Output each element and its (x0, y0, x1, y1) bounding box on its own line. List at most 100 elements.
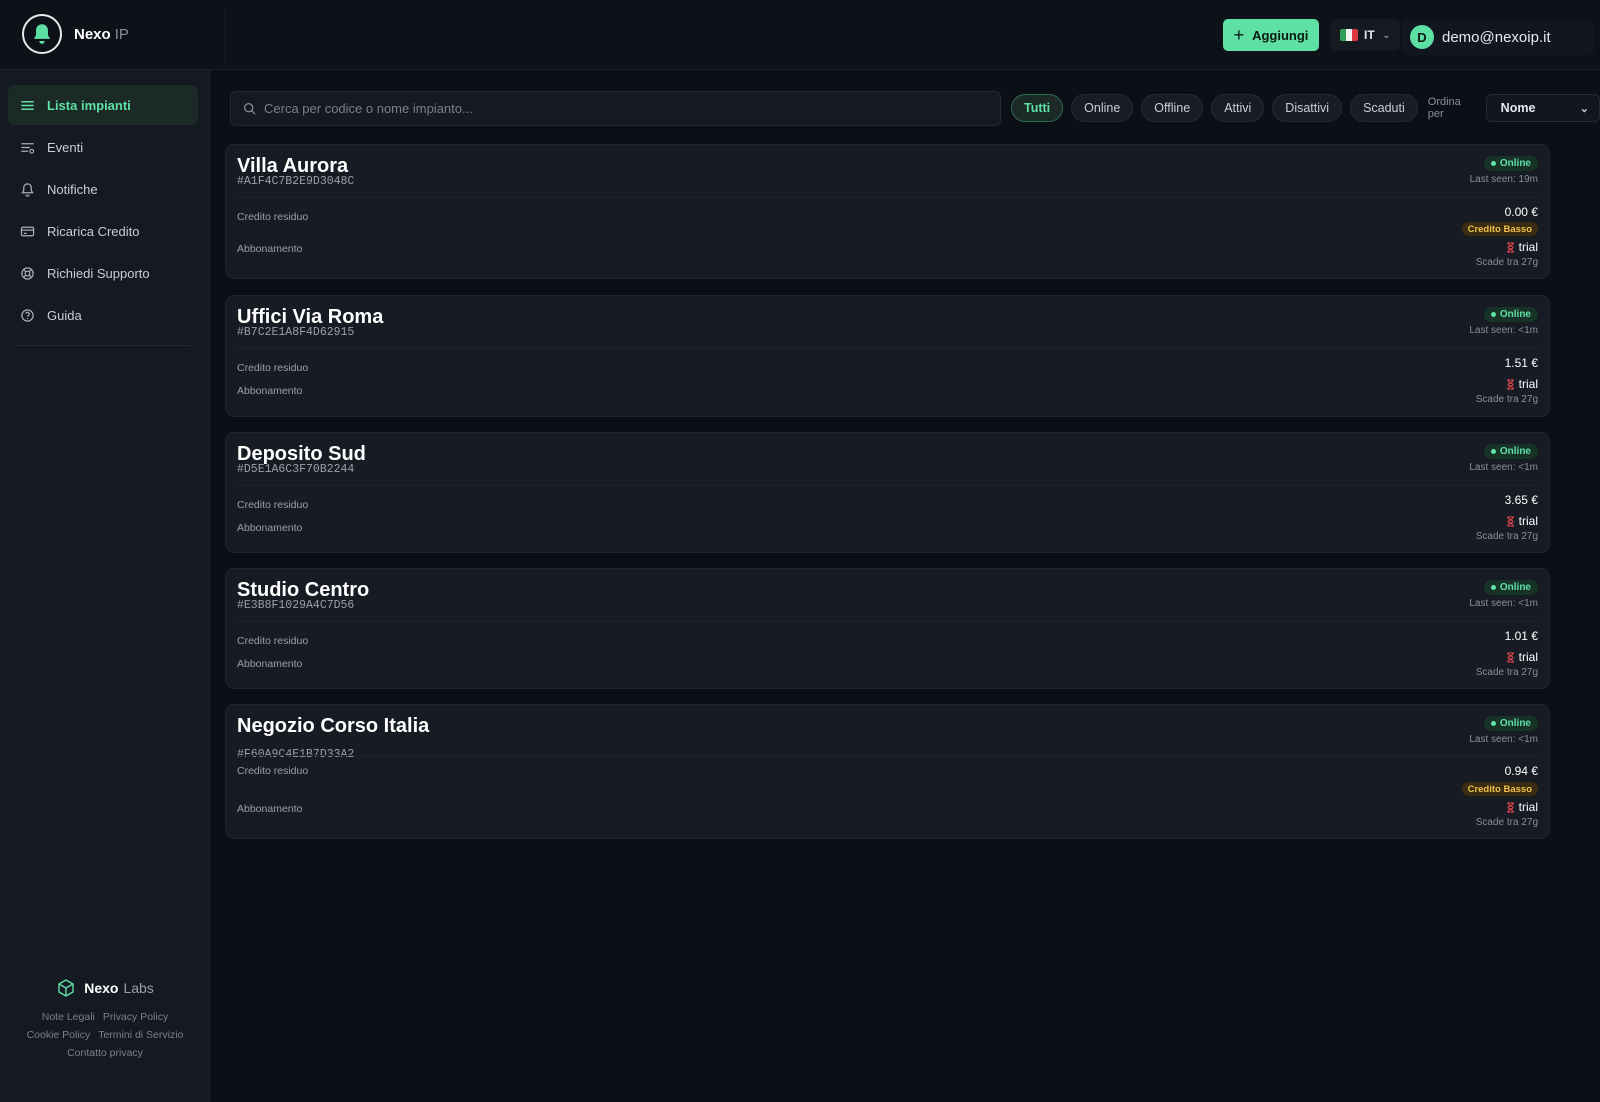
hourglass-icon (1506, 378, 1514, 390)
sidebar-item-guida[interactable]: Guida (8, 295, 198, 335)
credit-value: 1.51 € (1504, 356, 1538, 370)
card-icon (20, 226, 35, 236)
filter-online[interactable]: Online (1071, 94, 1134, 122)
filter-bar: Tutti Online Offline Attivi Disattivi Sc… (1011, 94, 1600, 122)
link-cookie-policy[interactable]: Cookie Policy (27, 1029, 91, 1041)
plant-card[interactable]: Studio Centro #E3B8F1029A4C7D56 Online Last… (225, 568, 1550, 689)
status-badge: Online (1483, 444, 1538, 459)
filter-attivi[interactable]: Attivi (1211, 94, 1265, 122)
filter-scaduti[interactable]: Scaduti (1350, 94, 1418, 122)
status-text: Online (1499, 158, 1531, 169)
status-dot-icon (1490, 312, 1496, 317)
plant-code: #D5E1A6C3F70B2244 (237, 463, 355, 476)
link-contatto-privacy[interactable]: Contatto privacy (67, 1047, 143, 1059)
card-divider (237, 348, 1538, 349)
search-icon (243, 102, 256, 115)
plant-card[interactable]: Uffici Via Roma #B7C2E1A8F4D62915 Online La… (225, 295, 1550, 417)
expiry-text: Scade tra 27g (1475, 257, 1538, 268)
card-divider (237, 621, 1538, 622)
status-dot-icon (1490, 161, 1496, 166)
sort-select[interactable]: Nome ⌄ (1485, 94, 1600, 122)
help-icon (21, 308, 34, 322)
expiry-text: Scade tra 27g (1475, 817, 1538, 828)
italy-flag-icon (1340, 29, 1358, 41)
plant-card[interactable]: Negozio Corso Italia #F60A9C4E1B7D33A2 Onl… (225, 704, 1550, 839)
last-seen: Last seen: <1m (1469, 598, 1538, 609)
filter-tutti[interactable]: Tutti (1011, 94, 1064, 122)
link-privacy-policy[interactable]: Privacy Policy (103, 1011, 168, 1023)
subscription-label: Abbonamento (237, 658, 303, 670)
sort-label: Ordina per (1427, 96, 1461, 120)
hourglass-icon (1506, 651, 1514, 663)
last-seen: Last seen: <1m (1469, 325, 1538, 336)
language-selector[interactable]: IT ⌄ (1330, 19, 1400, 51)
language-code: IT (1364, 28, 1375, 42)
status-badge: Online (1483, 156, 1538, 171)
plant-card[interactable]: Villa Aurora #A1F4C7B2E9D3048C Online Last … (225, 144, 1550, 279)
user-email: demo@nexoip.it (1442, 28, 1551, 46)
sidebar-item-eventi[interactable]: Eventi (8, 127, 198, 167)
footer-brand-suffix: Labs (123, 980, 154, 996)
hourglass-icon (1506, 515, 1514, 527)
sidebar-item-richiedi-supporto[interactable]: Richiedi Supporto (8, 253, 198, 293)
plan: trial (1506, 800, 1538, 814)
add-button-label: Aggiungi (1252, 27, 1309, 43)
avatar: D (1410, 25, 1434, 49)
plan: trial (1506, 377, 1538, 391)
plan-name: trial (1518, 377, 1538, 391)
expiry-text: Scade tra 27g (1475, 531, 1538, 542)
sort-value: Nome (1500, 101, 1536, 115)
search-input[interactable] (264, 101, 964, 116)
status-text: Online (1499, 446, 1531, 457)
add-plant-button[interactable]: + Aggiungi (1223, 19, 1319, 51)
sidebar-item-ricarica-credito[interactable]: Ricarica Credito (8, 211, 198, 251)
sidebar-item-notifiche[interactable]: Notifiche (8, 169, 198, 209)
status-dot-icon (1490, 449, 1496, 454)
status-dot-icon (1490, 721, 1496, 726)
plant-name: Negozio Corso Italia (237, 715, 430, 737)
footer-links: Note Legali Privacy Policy Cookie Policy T… (0, 1008, 210, 1062)
sidebar-nav: Lista impianti Eventi Notifiche Ricarica… (8, 85, 198, 337)
user-menu[interactable]: D demo@nexoip.it (1402, 19, 1594, 55)
credit-label: Credito residuo (237, 362, 309, 374)
status-text: Online (1499, 309, 1531, 320)
sidebar-item-lista-impianti[interactable]: Lista impianti (8, 85, 198, 125)
link-note-legali[interactable]: Note Legali (42, 1011, 95, 1023)
plus-icon: + (1233, 25, 1245, 45)
plant-code: #E3B8F1029A4C7D56 (237, 599, 355, 612)
subscription-label: Abbonamento (237, 522, 303, 534)
app-name: Nexo IP (74, 25, 129, 43)
status-badge: Online (1483, 307, 1538, 322)
plant-code: #B7C2E1A8F4D62915 (237, 326, 355, 339)
bell-logo-icon (22, 14, 62, 54)
header-divider (225, 8, 226, 63)
card-divider (237, 755, 1538, 756)
card-divider (237, 197, 1538, 198)
sidebar-item-label: Lista impianti (47, 97, 131, 113)
subscription-label: Abbonamento (237, 385, 303, 397)
status-dot-icon (1490, 585, 1496, 590)
credit-label: Credito residuo (237, 499, 309, 511)
filter-disattivi[interactable]: Disattivi (1272, 94, 1343, 122)
status-badge: Online (1483, 580, 1538, 595)
filter-offline[interactable]: Offline (1141, 94, 1204, 122)
plant-card[interactable]: Deposito Sud #D5E1A6C3F70B2244 Online Last … (225, 432, 1550, 553)
credit-value: 0.00 € (1504, 205, 1538, 219)
sidebar-divider (14, 345, 190, 346)
sidebar-item-label: Notifiche (47, 181, 98, 197)
plan: trial (1506, 650, 1538, 664)
search-bar[interactable] (230, 91, 1001, 126)
link-termini-servizio[interactable]: Termini di Servizio (98, 1029, 183, 1041)
card-divider (237, 485, 1538, 486)
plan-name: trial (1518, 514, 1538, 528)
chevron-down-icon: ⌄ (1382, 29, 1391, 40)
main-content: Tutti Online Offline Attivi Disattivi Sc… (210, 70, 1600, 1102)
footer-brand[interactable]: Nexo Labs (0, 978, 210, 998)
cube-icon (58, 979, 74, 997)
plan-name: trial (1518, 240, 1538, 254)
brand[interactable]: Nexo IP (22, 14, 129, 54)
sidebar-item-label: Guida (47, 307, 82, 323)
hourglass-icon (1506, 801, 1514, 813)
credit-label: Credito residuo (237, 765, 309, 777)
sidebar: Lista impianti Eventi Notifiche Ricarica… (0, 70, 210, 1102)
